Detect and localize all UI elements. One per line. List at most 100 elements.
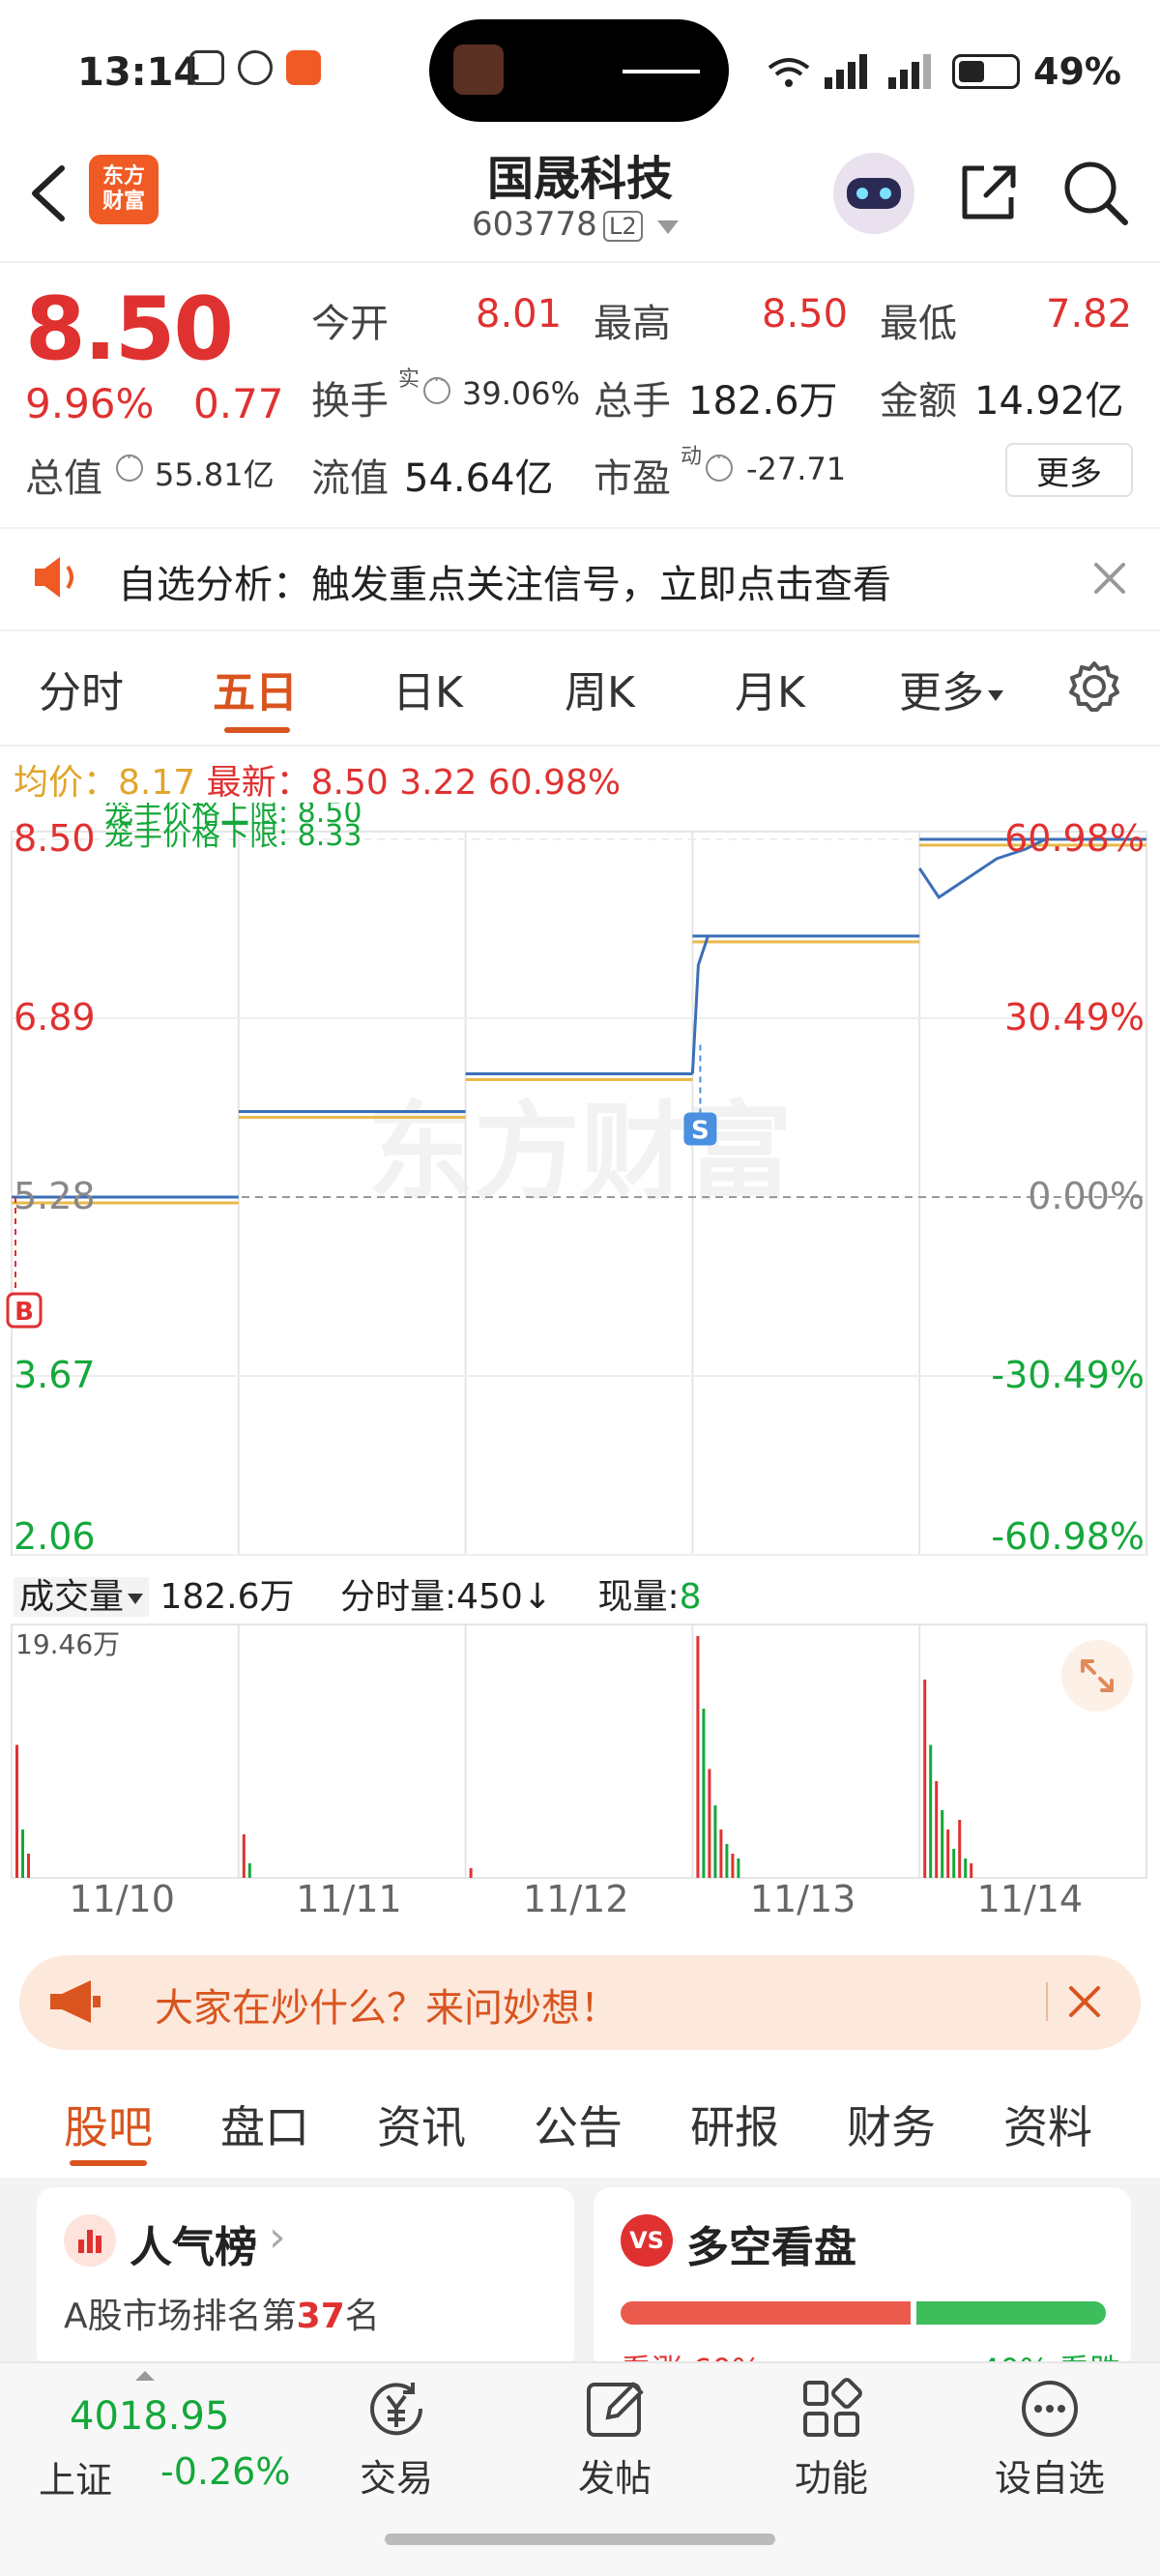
tab-daily-k[interactable]: 日K (392, 658, 463, 719)
chart-info-line: 均价：8.17 最新：8.50 3.22 60.98% (14, 754, 621, 805)
rank-suffix: 名 (344, 2297, 380, 2336)
status-notification-icons (189, 50, 321, 85)
sell-marker-label: S (691, 1116, 710, 1145)
pe-superscript: 动 (681, 445, 703, 469)
latest-change: 3.22 (399, 763, 478, 803)
tab-intraday[interactable]: 分时 (39, 658, 124, 719)
chevron-up-icon[interactable] (135, 2371, 155, 2381)
pe-label: 市盈 (594, 456, 671, 501)
tab-announcements[interactable]: 公告 (534, 2093, 623, 2156)
volume-bar (719, 1830, 723, 1878)
volume-bar (247, 1863, 251, 1878)
tab-monthly-k[interactable]: 月K (735, 658, 805, 719)
limit-up-label: 笼手价格上限: 8.50 (104, 803, 362, 830)
alert-text[interactable]: 自选分析：触发重点关注信号，立即点击查看 (118, 553, 891, 609)
y-tick-right: -60.98% (991, 1515, 1145, 1557)
nav-trade[interactable]: 交易 (319, 2375, 474, 2502)
index-value[interactable]: 4018.95 (70, 2394, 229, 2439)
ai-assistant-robot-icon[interactable] (833, 153, 914, 234)
ask-banner-text[interactable]: 大家在炒什么？来问妙想！ (155, 1976, 619, 2033)
popularity-title: 人气榜 (130, 2223, 257, 2272)
volume-selector-label: 成交量 (19, 1577, 125, 1617)
bull-bear-title: 多空看盘 (686, 2223, 856, 2272)
rank-prefix: A股市场排名第 (64, 2297, 297, 2336)
level2-badge[interactable]: L2 (603, 211, 643, 242)
tabs-divider (0, 745, 1160, 746)
bull-bear-card[interactable]: VS 多空看盘 看涨 60% 40% 看跌 (594, 2187, 1131, 2371)
open-value: 8.01 (476, 292, 563, 337)
chevron-right-icon: › (269, 2212, 286, 2262)
volume-chart[interactable]: 19.46万 (0, 1615, 1160, 1886)
trade-yen-icon (370, 2383, 423, 2436)
latest-price-value: 8.50 (310, 763, 389, 803)
per-minute-volume: 分时量:450 (339, 1577, 523, 1617)
market-cap-info-icon[interactable] (116, 448, 143, 482)
dynamic-island[interactable] (429, 19, 729, 122)
rank-number: 37 (296, 2297, 345, 2336)
chevron-down-icon (988, 689, 1003, 701)
avg-price-label: 均价： (14, 763, 119, 803)
tab-pankou[interactable]: 盘口 (220, 2093, 309, 2156)
high-label: 最高 (594, 302, 671, 346)
media-thumbnail (453, 44, 504, 95)
banner-separator (1046, 1982, 1048, 2021)
volume-bar (946, 1830, 950, 1878)
volume-bar (27, 1854, 30, 1878)
stock-code[interactable]: 603778 (472, 205, 597, 244)
change-amount: 0.77 (193, 380, 284, 427)
expand-icon[interactable] (1061, 1640, 1133, 1712)
status-right: 49% (767, 50, 1121, 93)
volume-bar (21, 1830, 24, 1878)
compose-icon (587, 2382, 644, 2437)
home-indicator (385, 2533, 775, 2545)
index-name[interactable]: 上证 (39, 2450, 112, 2503)
volume-bar (923, 1680, 927, 1878)
amount-label: 金额 (880, 379, 957, 424)
nav-functions[interactable]: 功能 (754, 2375, 909, 2502)
tab-weekly-k[interactable]: 周K (565, 658, 635, 719)
audio-wave-icon (623, 70, 700, 73)
index-change[interactable]: -0.26% (160, 2450, 290, 2493)
tab-research[interactable]: 研报 (690, 2093, 779, 2156)
volume-selector[interactable]: 成交量 (14, 1577, 150, 1617)
date-tick: 11/11 (296, 1878, 402, 1920)
tab-news[interactable]: 资讯 (377, 2093, 466, 2156)
five-day-price-chart[interactable]: 东方财富 BS 8.50 60.98%6.89 30.49%5.28 0.00%3.6… (0, 803, 1160, 1557)
nav-post[interactable]: 发帖 (537, 2375, 692, 2502)
share-icon[interactable] (957, 162, 1019, 224)
header-divider (0, 261, 1160, 263)
status-bar: 13:14 49% (0, 0, 1160, 145)
tab-more[interactable]: 更多 (899, 658, 1003, 719)
more-quote-button[interactable]: 更多 (1005, 443, 1133, 497)
volume-bar (15, 1744, 18, 1878)
nav-add-watchlist[interactable]: 设自选 (972, 2375, 1127, 2502)
tab-guba[interactable]: 股吧 (64, 2093, 153, 2156)
tab-profile[interactable]: 资料 (1003, 2093, 1092, 2156)
nav-add-watchlist-label: 设自选 (994, 2457, 1105, 2500)
tab-finance[interactable]: 财务 (847, 2093, 936, 2156)
gear-icon[interactable] (1067, 659, 1121, 714)
tab-more-label: 更多 (899, 668, 984, 717)
code-dropdown-caret-icon[interactable] (657, 220, 679, 234)
battery-level: 49% (1033, 50, 1121, 93)
popularity-card[interactable]: 人气榜 › A股市场排名第37名 (37, 2187, 574, 2371)
active-tab-indicator (224, 727, 290, 733)
volume-bar (696, 1636, 700, 1878)
price-jump (690, 935, 710, 1074)
y-tick-left: 5.28 (14, 1175, 96, 1217)
chevron-down-icon (128, 1593, 144, 1604)
date-tick: 11/12 (523, 1878, 629, 1920)
volume-bar (725, 1844, 729, 1878)
tab-five-day[interactable]: 五日 (213, 658, 298, 719)
turnover-info-icon[interactable] (423, 370, 450, 404)
signal-icon-2 (888, 54, 932, 89)
change-percent: 9.96% (25, 380, 155, 427)
close-icon[interactable] (1090, 559, 1129, 598)
close-icon[interactable] (1065, 1982, 1104, 2021)
search-icon[interactable] (1061, 159, 1129, 226)
latest-price-label: 最新： (206, 763, 311, 803)
market-cap-label: 总值 (25, 456, 102, 501)
pe-info-icon[interactable] (706, 448, 733, 482)
megaphone-icon (50, 1980, 101, 2023)
low-label: 最低 (880, 302, 957, 346)
